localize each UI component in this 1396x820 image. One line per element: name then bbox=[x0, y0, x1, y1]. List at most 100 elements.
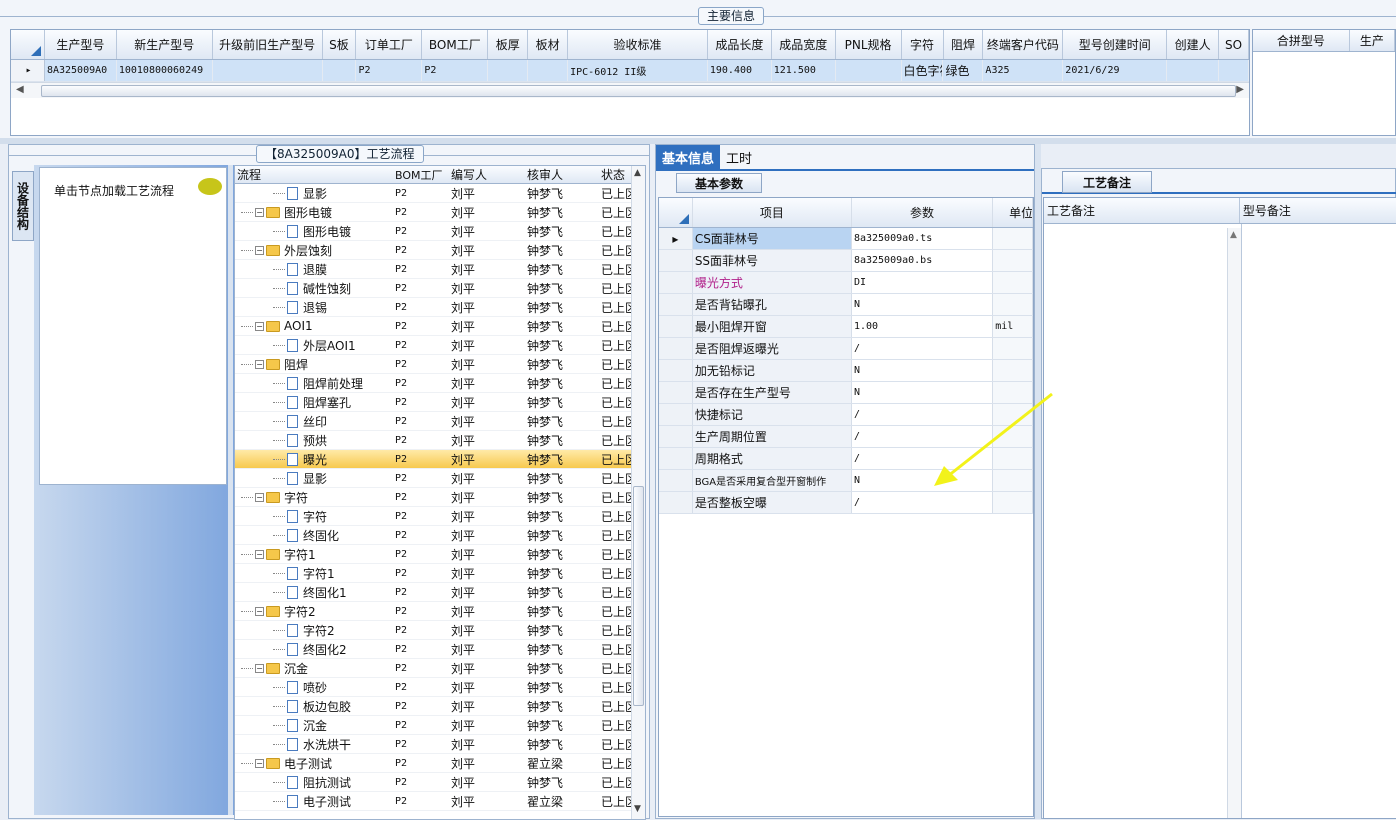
collapse-icon[interactable]: − bbox=[255, 758, 264, 768]
column-header[interactable]: SO bbox=[1219, 30, 1249, 59]
flow-tree-row[interactable]: 喷砂 P2 刘平 钟梦飞 已上区 bbox=[235, 678, 645, 697]
flow-tree-row[interactable]: 阻焊前处理 P2 刘平 钟梦飞 已上区 bbox=[235, 374, 645, 393]
param-value[interactable]: 8a325009a0.bs bbox=[851, 250, 994, 271]
param-value[interactable]: N bbox=[851, 360, 994, 381]
flow-tree-row[interactable]: 板边包胶 P2 刘平 钟梦飞 已上区 bbox=[235, 697, 645, 716]
flow-tree-row[interactable]: 字符1 P2 刘平 钟梦飞 已上区 bbox=[235, 564, 645, 583]
collapse-icon[interactable]: − bbox=[255, 606, 264, 616]
flow-tree-row[interactable]: − 电子测试 P2 刘平 翟立梁 已上区 bbox=[235, 754, 645, 773]
table-cell[interactable]: 8A325009A0 bbox=[45, 60, 117, 81]
collapse-icon[interactable]: − bbox=[255, 663, 264, 673]
flow-tree-row[interactable]: − AOI1 P2 刘平 钟梦飞 已上区 bbox=[235, 317, 645, 336]
table-cell[interactable] bbox=[213, 60, 323, 81]
flow-tree-row[interactable]: 电子测试 P2 刘平 翟立梁 已上区 bbox=[235, 792, 645, 811]
column-header[interactable]: 字符 bbox=[902, 30, 944, 59]
table-row[interactable]: ▸ 8A325009A0 10010800060249 P2 P2 IPC-6012 II… bbox=[11, 60, 1249, 82]
collapse-icon[interactable]: − bbox=[255, 245, 264, 255]
flow-tree-row[interactable]: 终固化1 P2 刘平 钟梦飞 已上区 bbox=[235, 583, 645, 602]
notes-grid[interactable]: 工艺备注 型号备注 ▲ bbox=[1043, 197, 1396, 819]
column-header[interactable]: 板厚 bbox=[488, 30, 529, 59]
param-row[interactable]: 最小阻焊开窗 1.00 mil bbox=[659, 316, 1033, 338]
table-cell[interactable]: 10010800060249 bbox=[117, 60, 213, 81]
flow-tree-row[interactable]: − 字符1 P2 刘平 钟梦飞 已上区 bbox=[235, 545, 645, 564]
table-cell[interactable] bbox=[528, 60, 569, 81]
process-notes-input[interactable] bbox=[1046, 228, 1224, 813]
collapse-icon[interactable]: − bbox=[255, 207, 264, 217]
scroll-down-icon[interactable]: ▼ bbox=[634, 804, 641, 814]
table-cell[interactable]: P2 bbox=[422, 60, 489, 81]
param-row[interactable]: SS面菲林号 8a325009a0.bs bbox=[659, 250, 1033, 272]
param-row[interactable]: ▸ CS面菲林号 8a325009a0.ts bbox=[659, 228, 1033, 250]
param-row[interactable]: 是否阻焊返曝光 / bbox=[659, 338, 1033, 360]
column-header[interactable]: 生产 bbox=[1350, 30, 1395, 51]
tab-device-structure[interactable]: 设备结构 bbox=[12, 171, 34, 241]
vertical-scrollbar[interactable]: ▲ ▼ bbox=[631, 166, 645, 819]
flow-tree-row[interactable]: − 外层蚀刻 P2 刘平 钟梦飞 已上区 bbox=[235, 241, 645, 260]
flow-tree-row[interactable]: 终固化 P2 刘平 钟梦飞 已上区 bbox=[235, 526, 645, 545]
scroll-left-icon[interactable]: ◀ bbox=[16, 84, 24, 95]
flow-tree-row[interactable]: 显影 P2 刘平 钟梦飞 已上区 bbox=[235, 184, 645, 203]
column-header[interactable]: 成品宽度 bbox=[772, 30, 836, 59]
table-cell[interactable] bbox=[1219, 60, 1249, 81]
column-header[interactable]: 升级前旧生产型号 bbox=[213, 30, 323, 59]
flow-tree-row[interactable]: 显影 P2 刘平 钟梦飞 已上区 bbox=[235, 469, 645, 488]
collapse-icon[interactable]: − bbox=[255, 492, 264, 502]
scroll-up-icon[interactable]: ▲ bbox=[1230, 230, 1237, 240]
param-grid[interactable]: 项目 参数 单位 ▸ CS面菲林号 8a325009a0.ts SS面菲林号 8a325… bbox=[658, 197, 1034, 817]
table-cell[interactable]: 121.500 bbox=[772, 60, 836, 81]
column-header[interactable]: 型号创建时间 bbox=[1063, 30, 1168, 59]
column-header[interactable]: 终端客户代码 bbox=[983, 30, 1064, 59]
column-header[interactable]: 验收标准 bbox=[568, 30, 708, 59]
flow-tree-row[interactable]: 预烘 P2 刘平 钟梦飞 已上区 bbox=[235, 431, 645, 450]
flow-tree-row[interactable]: 退膜 P2 刘平 钟梦飞 已上区 bbox=[235, 260, 645, 279]
subtab-basic-params[interactable]: 基本参数 bbox=[676, 173, 762, 193]
flow-tree-row[interactable]: − 阻焊 P2 刘平 钟梦飞 已上区 bbox=[235, 355, 645, 374]
param-row[interactable]: 是否背钻曝孔 N bbox=[659, 294, 1033, 316]
table-cell[interactable] bbox=[836, 60, 902, 81]
table-cell[interactable]: 白色字符 bbox=[902, 60, 944, 81]
column-header[interactable]: S板 bbox=[323, 30, 357, 59]
table-cell[interactable]: P2 bbox=[356, 60, 423, 81]
scrollbar-thumb[interactable] bbox=[633, 486, 644, 706]
column-header[interactable]: 板材 bbox=[528, 30, 569, 59]
splitter-vertical[interactable] bbox=[228, 165, 233, 815]
scroll-up-icon[interactable]: ▲ bbox=[634, 168, 641, 178]
flow-tree-row[interactable]: − 字符 P2 刘平 钟梦飞 已上区 bbox=[235, 488, 645, 507]
table-cell[interactable]: IPC-6012 II级 bbox=[568, 60, 708, 81]
table-cell[interactable] bbox=[323, 60, 357, 81]
flow-tree-row[interactable]: 沉金 P2 刘平 钟梦飞 已上区 bbox=[235, 716, 645, 735]
column-header[interactable]: 生产型号 bbox=[45, 30, 117, 59]
param-value[interactable]: N bbox=[851, 294, 994, 315]
flow-tree-row[interactable]: − 字符2 P2 刘平 钟梦飞 已上区 bbox=[235, 602, 645, 621]
flow-tree-row[interactable]: 碱性蚀刻 P2 刘平 钟梦飞 已上区 bbox=[235, 279, 645, 298]
collapse-icon[interactable]: − bbox=[255, 321, 264, 331]
flow-tree-row[interactable]: − 图形电镀 P2 刘平 钟梦飞 已上区 bbox=[235, 203, 645, 222]
flow-tree-row[interactable]: 曝光 P2 刘平 钟梦飞 已上区 bbox=[235, 450, 645, 469]
horizontal-scrollbar[interactable]: ◀ ▶ bbox=[11, 82, 1249, 98]
flow-tree-row[interactable]: 外层AOI1 P2 刘平 钟梦飞 已上区 bbox=[235, 336, 645, 355]
tab-process-notes[interactable]: 工艺备注 bbox=[1062, 171, 1152, 193]
flow-tree-grid[interactable]: 流程 BOM工厂 编写人 核审人 状态 显影 P2 刘平 钟梦飞 已上区 − 图形电镀 P2 刘… bbox=[234, 165, 646, 820]
column-header[interactable]: 成品长度 bbox=[708, 30, 772, 59]
notes-scrollbar[interactable]: ▲ bbox=[1227, 228, 1241, 818]
flow-tree-row[interactable]: 字符2 P2 刘平 钟梦飞 已上区 bbox=[235, 621, 645, 640]
column-header[interactable]: 阻焊 bbox=[944, 30, 984, 59]
flow-tree-row[interactable]: 阻抗测试 P2 刘平 钟梦飞 已上区 bbox=[235, 773, 645, 792]
flow-tree-row[interactable]: 退锡 P2 刘平 钟梦飞 已上区 bbox=[235, 298, 645, 317]
collapse-icon[interactable]: − bbox=[255, 359, 264, 369]
merge-model-grid[interactable]: 合拼型号 生产 bbox=[1252, 29, 1396, 136]
table-cell[interactable]: 2021/6/29 bbox=[1063, 60, 1168, 81]
column-header[interactable]: 创建人 bbox=[1167, 30, 1220, 59]
tab-basic-info[interactable]: 基本信息 bbox=[656, 145, 721, 169]
column-header[interactable]: 新生产型号 bbox=[117, 30, 213, 59]
flow-tree-row[interactable]: 阻焊塞孔 P2 刘平 钟梦飞 已上区 bbox=[235, 393, 645, 412]
tab-work-hours[interactable]: 工时 bbox=[720, 145, 758, 169]
flow-tree-row[interactable]: 字符 P2 刘平 钟梦飞 已上区 bbox=[235, 507, 645, 526]
scrollbar-thumb[interactable] bbox=[41, 85, 1236, 97]
main-info-grid[interactable]: 生产型号 新生产型号 升级前旧生产型号 S板 订单工厂 BOM工厂 板厚 板材 验收标准 成品长度… bbox=[10, 29, 1250, 136]
column-header[interactable]: 合拼型号 bbox=[1253, 30, 1350, 51]
column-header[interactable]: PNL规格 bbox=[836, 30, 902, 59]
flow-tree-row[interactable]: 图形电镀 P2 刘平 钟梦飞 已上区 bbox=[235, 222, 645, 241]
flow-tree-row[interactable]: − 沉金 P2 刘平 钟梦飞 已上区 bbox=[235, 659, 645, 678]
param-value[interactable]: / bbox=[851, 338, 994, 359]
